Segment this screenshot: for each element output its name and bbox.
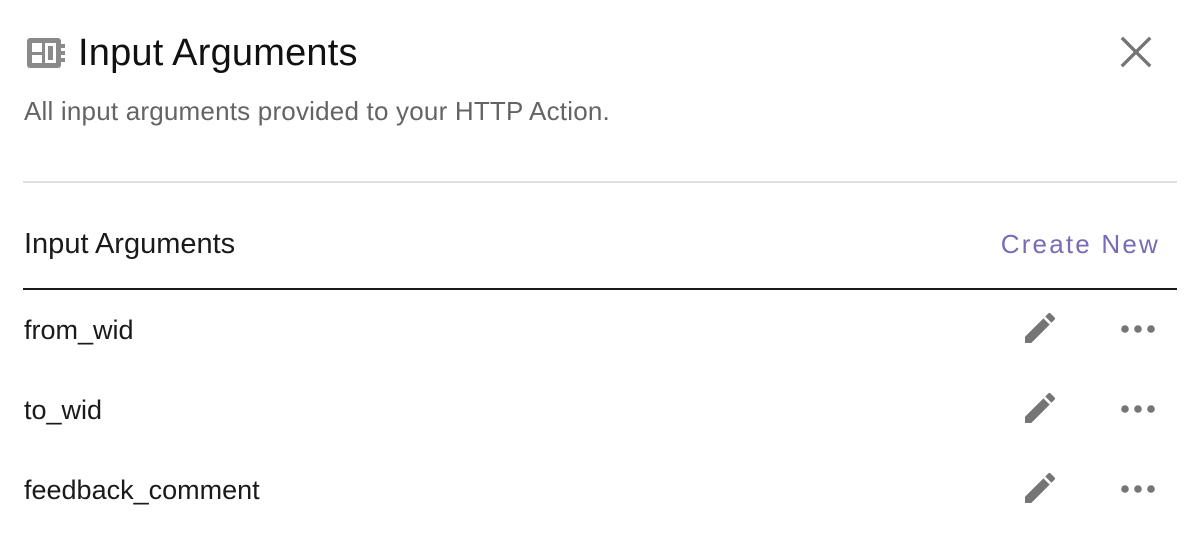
pencil-icon	[1020, 468, 1060, 513]
header-divider	[23, 181, 1177, 183]
panel-subtitle: All input arguments provided to your HTT…	[24, 96, 610, 126]
close-icon	[1119, 35, 1153, 74]
section-header: Input Arguments Create New	[24, 222, 1160, 266]
create-new-button[interactable]: Create New	[1001, 229, 1160, 260]
edit-button[interactable]	[1018, 470, 1062, 510]
panel-title: Input Arguments	[78, 31, 358, 74]
edit-button[interactable]	[1018, 310, 1062, 350]
more-options-button[interactable]	[1118, 310, 1158, 350]
more-horizontal-icon	[1120, 321, 1156, 339]
argument-list: from_wid to_wid feedback_comment	[24, 290, 1160, 530]
more-options-button[interactable]	[1118, 390, 1158, 430]
panel-header: Input Arguments	[24, 26, 358, 80]
argument-name: to_wid	[24, 394, 103, 425]
argument-name: feedback_comment	[24, 474, 260, 505]
more-options-button[interactable]	[1118, 470, 1158, 510]
more-horizontal-icon	[1120, 481, 1156, 499]
argument-row: feedback_comment	[24, 450, 1160, 530]
pencil-icon	[1020, 308, 1060, 353]
close-button[interactable]	[1116, 34, 1156, 74]
pencil-icon	[1020, 388, 1060, 433]
widgets-icon	[24, 35, 66, 71]
argument-row: from_wid	[24, 290, 1160, 370]
input-arguments-panel: Input Arguments All input arguments prov…	[0, 0, 1188, 538]
edit-button[interactable]	[1018, 390, 1062, 430]
argument-row: to_wid	[24, 370, 1160, 450]
section-title: Input Arguments	[24, 227, 236, 260]
argument-name: from_wid	[24, 314, 134, 345]
more-horizontal-icon	[1120, 401, 1156, 419]
